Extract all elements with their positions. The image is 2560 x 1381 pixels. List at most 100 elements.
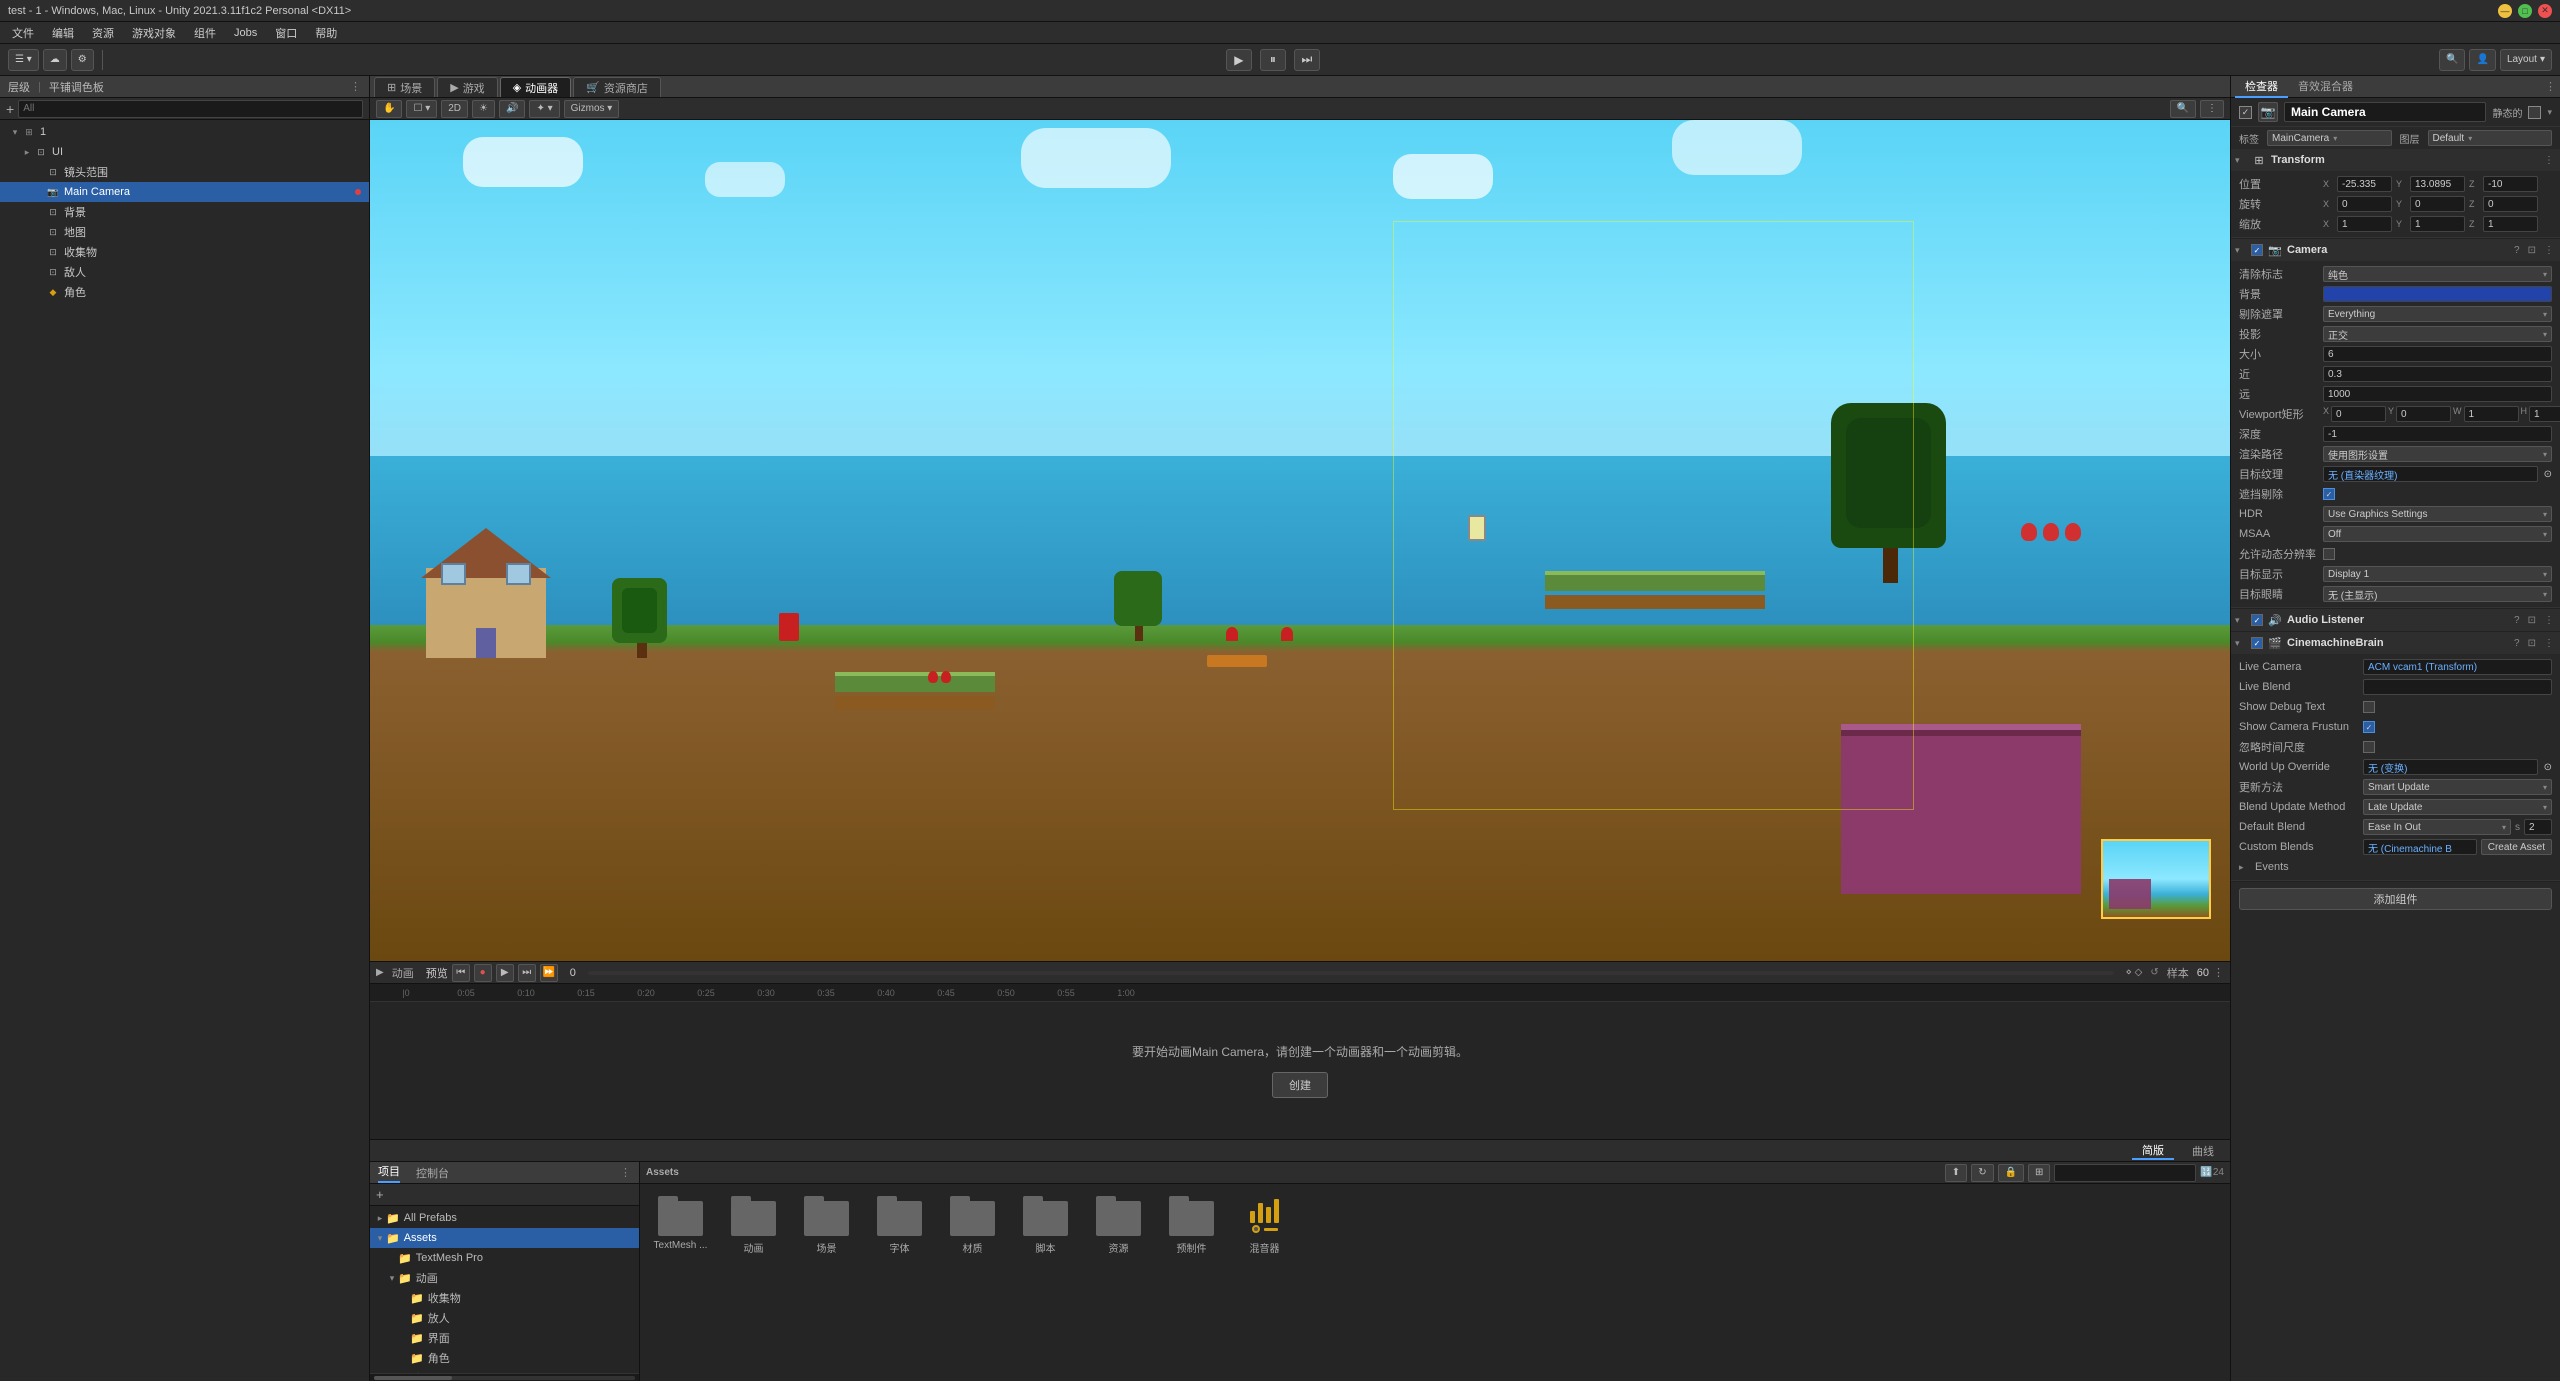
hierarchy-item-camera-range[interactable]: ⊡ 镜头范围	[0, 162, 369, 182]
custom-blends-field[interactable]: 无 (Cinemachine B	[2363, 839, 2477, 855]
add-component-button[interactable]: 添加组件	[2239, 888, 2552, 910]
toolbar-layout-btn[interactable]: Layout ▾	[2500, 49, 2552, 71]
camera-preset-btn[interactable]: ⊡	[2526, 245, 2538, 256]
position-y[interactable]: 13.0895	[2410, 176, 2465, 192]
camera-enable-checkbox[interactable]: ✓	[2251, 244, 2263, 256]
target-display-dropdown[interactable]: Display 1 ▾	[2323, 566, 2552, 582]
hierarchy-item-ui[interactable]: ▸ ⊡ UI	[0, 142, 369, 162]
position-x[interactable]: -25.335	[2337, 176, 2392, 192]
object-icon-btn[interactable]: 📷	[2258, 102, 2278, 122]
assets-layout-btn[interactable]: ⊞	[2028, 1164, 2050, 1182]
hdr-dropdown[interactable]: Use Graphics Settings ▾	[2323, 506, 2552, 522]
asset-textmesh[interactable]: TextMesh ...	[648, 1192, 713, 1259]
hierarchy-item-enemy[interactable]: ⊡ 敌人	[0, 262, 369, 282]
target-texture-pick-btn[interactable]: ⊙	[2544, 469, 2552, 480]
asset-animation[interactable]: 动画	[721, 1192, 786, 1259]
close-button[interactable]: ✕	[2538, 4, 2552, 18]
anim-prev-btn[interactable]: ⏮	[452, 964, 470, 982]
pause-button[interactable]: ⏸	[1260, 49, 1286, 71]
menu-gameobject[interactable]: 游戏对象	[124, 23, 184, 43]
world-up-field[interactable]: 无 (变换)	[2363, 759, 2538, 775]
tab-animator[interactable]: ◈ 动画器	[500, 77, 571, 97]
tab-scene[interactable]: ⊞ 场景	[374, 77, 435, 97]
project-textmesh[interactable]: 📁 TextMesh Pro	[370, 1248, 639, 1268]
project-anim-enemy[interactable]: 📁 放人	[370, 1308, 639, 1328]
hierarchy-item-bg[interactable]: ⊡ 背景	[0, 202, 369, 222]
audio-help-btn[interactable]: ?	[2512, 615, 2522, 626]
play-button[interactable]: ▶	[1226, 49, 1252, 71]
project-anim-character[interactable]: 📁 角色	[370, 1348, 639, 1368]
scene-search-btn[interactable]: 🔍	[2170, 100, 2196, 118]
rotation-z[interactable]: 0	[2483, 196, 2538, 212]
background-color-field[interactable]	[2323, 286, 2552, 302]
anim-next-btn[interactable]: ⏩	[540, 964, 558, 982]
hierarchy-item-collectibles[interactable]: ⊡ 收集物	[0, 242, 369, 262]
scene-audio-btn[interactable]: 🔊	[499, 100, 525, 118]
target-texture-field[interactable]: 无 (直染器纹理)	[2323, 466, 2538, 482]
hierarchy-menu-btn[interactable]: ⋮	[350, 80, 361, 93]
culling-dropdown[interactable]: Everything ▾	[2323, 306, 2552, 322]
console-tab[interactable]: 控制台	[416, 1165, 449, 1181]
static-arrow[interactable]: ▾	[2547, 107, 2552, 118]
projection-dropdown[interactable]: 正交 ▾	[2323, 326, 2552, 342]
object-name-field[interactable]	[2284, 102, 2486, 122]
toolbar-account-btn[interactable]: 👤	[2469, 49, 2495, 71]
minimize-button[interactable]: —	[2498, 4, 2512, 18]
project-scrollbar[interactable]	[370, 1373, 639, 1381]
near-clip-field[interactable]: 0.3	[2323, 366, 2552, 382]
camera-header[interactable]: ▾ ✓ 📷 Camera ? ⊡ ⋮	[2231, 239, 2560, 261]
asset-resources[interactable]: 资源	[1086, 1192, 1151, 1259]
add-asset-btn[interactable]: +	[376, 1187, 384, 1202]
animation-create-button[interactable]: 创建	[1272, 1072, 1328, 1098]
position-z[interactable]: -10	[2483, 176, 2538, 192]
scene-2d-btn[interactable]: 2D	[441, 100, 468, 118]
menu-edit[interactable]: 编辑	[44, 23, 82, 43]
asset-scripts[interactable]: 脚本	[1013, 1192, 1078, 1259]
cine-preset-btn[interactable]: ⊡	[2526, 638, 2538, 649]
step-button[interactable]: ⏭	[1294, 49, 1320, 71]
update-method-dropdown[interactable]: Smart Update ▾	[2363, 779, 2552, 795]
scene-viewport[interactable]: Main Camera	[370, 120, 2230, 961]
target-eye-dropdown[interactable]: 无 (主显示) ▾	[2323, 586, 2552, 602]
world-up-pick-btn[interactable]: ⊙	[2544, 762, 2552, 773]
anim-record-btn[interactable]: ●	[474, 964, 492, 982]
audio-preset-btn[interactable]: ⊡	[2526, 615, 2538, 626]
toolbar-search-btn[interactable]: 🔍	[2439, 49, 2465, 71]
dynamic-res-checkbox[interactable]	[2323, 548, 2335, 560]
audio-menu-btn[interactable]: ⋮	[2542, 615, 2556, 626]
show-camera-checkbox[interactable]: ✓	[2363, 721, 2375, 733]
project-tab[interactable]: 项目	[378, 1163, 400, 1183]
ignore-time-checkbox[interactable]	[2363, 741, 2375, 753]
anim-timeline[interactable]	[588, 971, 2114, 975]
create-asset-button[interactable]: Create Asset	[2481, 839, 2552, 855]
show-debug-checkbox[interactable]	[2363, 701, 2375, 713]
asset-materials[interactable]: 材质	[940, 1192, 1005, 1259]
asset-scenes[interactable]: 场景	[794, 1192, 859, 1259]
project-all-prefabs[interactable]: ▸ 📁 All Prefabs	[370, 1208, 639, 1228]
render-path-dropdown[interactable]: 使用图形设置 ▾	[2323, 446, 2552, 462]
clear-flags-dropdown[interactable]: 纯色 ▾	[2323, 266, 2552, 282]
occlusion-checkbox[interactable]: ✓	[2323, 488, 2335, 500]
tag-dropdown[interactable]: MainCamera ▾	[2267, 130, 2392, 146]
object-active-checkbox[interactable]: ✓	[2239, 106, 2252, 119]
project-menu-btn[interactable]: ⋮	[620, 1166, 631, 1179]
scale-y[interactable]: 1	[2410, 216, 2465, 232]
cinemachine-header[interactable]: ▾ ✓ 🎬 CinemachineBrain ? ⊡ ⋮	[2231, 632, 2560, 654]
viewport-w[interactable]: 1	[2464, 406, 2519, 422]
project-assets-root[interactable]: ▾ 📁 Assets	[370, 1228, 639, 1248]
project-anim-ui[interactable]: 📁 界面	[370, 1328, 639, 1348]
static-checkbox[interactable]	[2528, 106, 2541, 119]
audio-enable-checkbox[interactable]: ✓	[2251, 614, 2263, 626]
viewport-y[interactable]: 0	[2396, 406, 2451, 422]
tab-game[interactable]: ▶ 游戏	[437, 77, 497, 97]
scene-shading-btn[interactable]: ☐ ▾	[406, 100, 437, 118]
menu-assets[interactable]: 资源	[84, 23, 122, 43]
audio-listener-header[interactable]: ▾ ✓ 🔊 Audio Listener ? ⊡ ⋮	[2231, 609, 2560, 631]
far-clip-field[interactable]: 1000	[2323, 386, 2552, 402]
menu-help[interactable]: 帮助	[307, 23, 345, 43]
anim-play-btn[interactable]: ▶	[496, 964, 514, 982]
hierarchy-item-map[interactable]: ⊡ 地图	[0, 222, 369, 242]
assets-import-btn[interactable]: ⬆	[1945, 1164, 1967, 1182]
hierarchy-search[interactable]	[18, 100, 363, 118]
cine-menu-btn[interactable]: ⋮	[2542, 638, 2556, 649]
